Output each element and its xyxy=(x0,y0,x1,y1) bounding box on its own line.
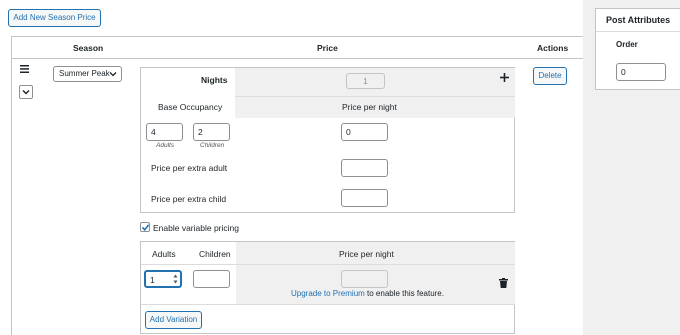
delete-button[interactable]: Delete xyxy=(533,67,567,85)
chevron-down-icon xyxy=(109,67,117,87)
actions-header: Actions xyxy=(537,43,569,53)
base-children-field[interactable]: 2 xyxy=(193,123,230,141)
extra-child-field[interactable] xyxy=(341,189,388,207)
trash-icon[interactable] xyxy=(499,278,508,290)
check-icon xyxy=(141,224,150,232)
pricing-box: Nights 1 Base Occupancy Price per night … xyxy=(140,67,515,213)
nights-field[interactable]: 1 xyxy=(346,73,385,89)
drag-handle-icon[interactable] xyxy=(20,65,29,75)
nights-label: Nights xyxy=(201,75,228,85)
price-per-night-label: Price per night xyxy=(342,102,397,112)
extra-adult-label: Price per extra adult xyxy=(151,163,228,173)
order-label: Order xyxy=(616,40,638,49)
variations-adults-header: Adults xyxy=(152,249,176,259)
plus-icon[interactable] xyxy=(500,73,509,84)
base-occupancy-label: Base Occupancy xyxy=(158,102,223,112)
collapse-toggle-icon[interactable] xyxy=(19,85,33,99)
season-header: Season xyxy=(73,43,104,53)
price-per-night-field[interactable]: 0 xyxy=(341,123,388,141)
variations-header-divider xyxy=(141,264,515,265)
post-attributes-panel: Post Attributes Order 0 xyxy=(595,8,680,90)
season-select-value: Summer Peak xyxy=(59,69,110,78)
upgrade-to-premium-link[interactable]: Upgrade to Premium xyxy=(291,289,365,298)
upgrade-suffix: to enable this feature. xyxy=(364,289,444,298)
variations-box: Adults Children Price per night 1 Upgrad… xyxy=(140,241,515,334)
extra-child-label: Price per extra child xyxy=(151,194,227,204)
checkbox[interactable] xyxy=(140,222,150,232)
children-caption: Children xyxy=(200,142,225,149)
main-panel: Add New Season Price Season Price Action… xyxy=(0,0,583,335)
post-attributes-title: Post Attributes xyxy=(596,9,680,32)
base-adults-field[interactable]: 4 xyxy=(146,123,183,141)
season-price-table: Season Price Actions Summer Peak Nights … xyxy=(11,36,583,335)
order-field[interactable]: 0 xyxy=(616,63,666,81)
variation-children-field[interactable] xyxy=(193,270,230,288)
adults-caption: Adults xyxy=(156,142,175,149)
variations-children-header: Children xyxy=(199,249,231,259)
variation-adults-value: 1 xyxy=(150,275,155,285)
variable-pricing-label: Enable variable pricing xyxy=(153,223,239,233)
spinner-arrows-icon[interactable] xyxy=(173,273,178,290)
upgrade-notice: Upgrade to Premium to enable this featur… xyxy=(291,289,444,298)
add-new-season-price-button[interactable]: Add New Season Price xyxy=(8,9,101,27)
add-variation-button[interactable]: Add Variation xyxy=(145,311,202,329)
variation-price-field[interactable] xyxy=(341,270,388,288)
season-select[interactable]: Summer Peak xyxy=(53,66,122,82)
price-header: Price xyxy=(317,43,338,53)
variations-price-header: Price per night xyxy=(339,249,394,259)
table-header: Season Price Actions xyxy=(12,37,583,59)
extra-adult-field[interactable] xyxy=(341,159,388,177)
variations-footer-divider xyxy=(141,304,515,305)
variation-adults-stepper[interactable]: 1 xyxy=(144,270,182,288)
